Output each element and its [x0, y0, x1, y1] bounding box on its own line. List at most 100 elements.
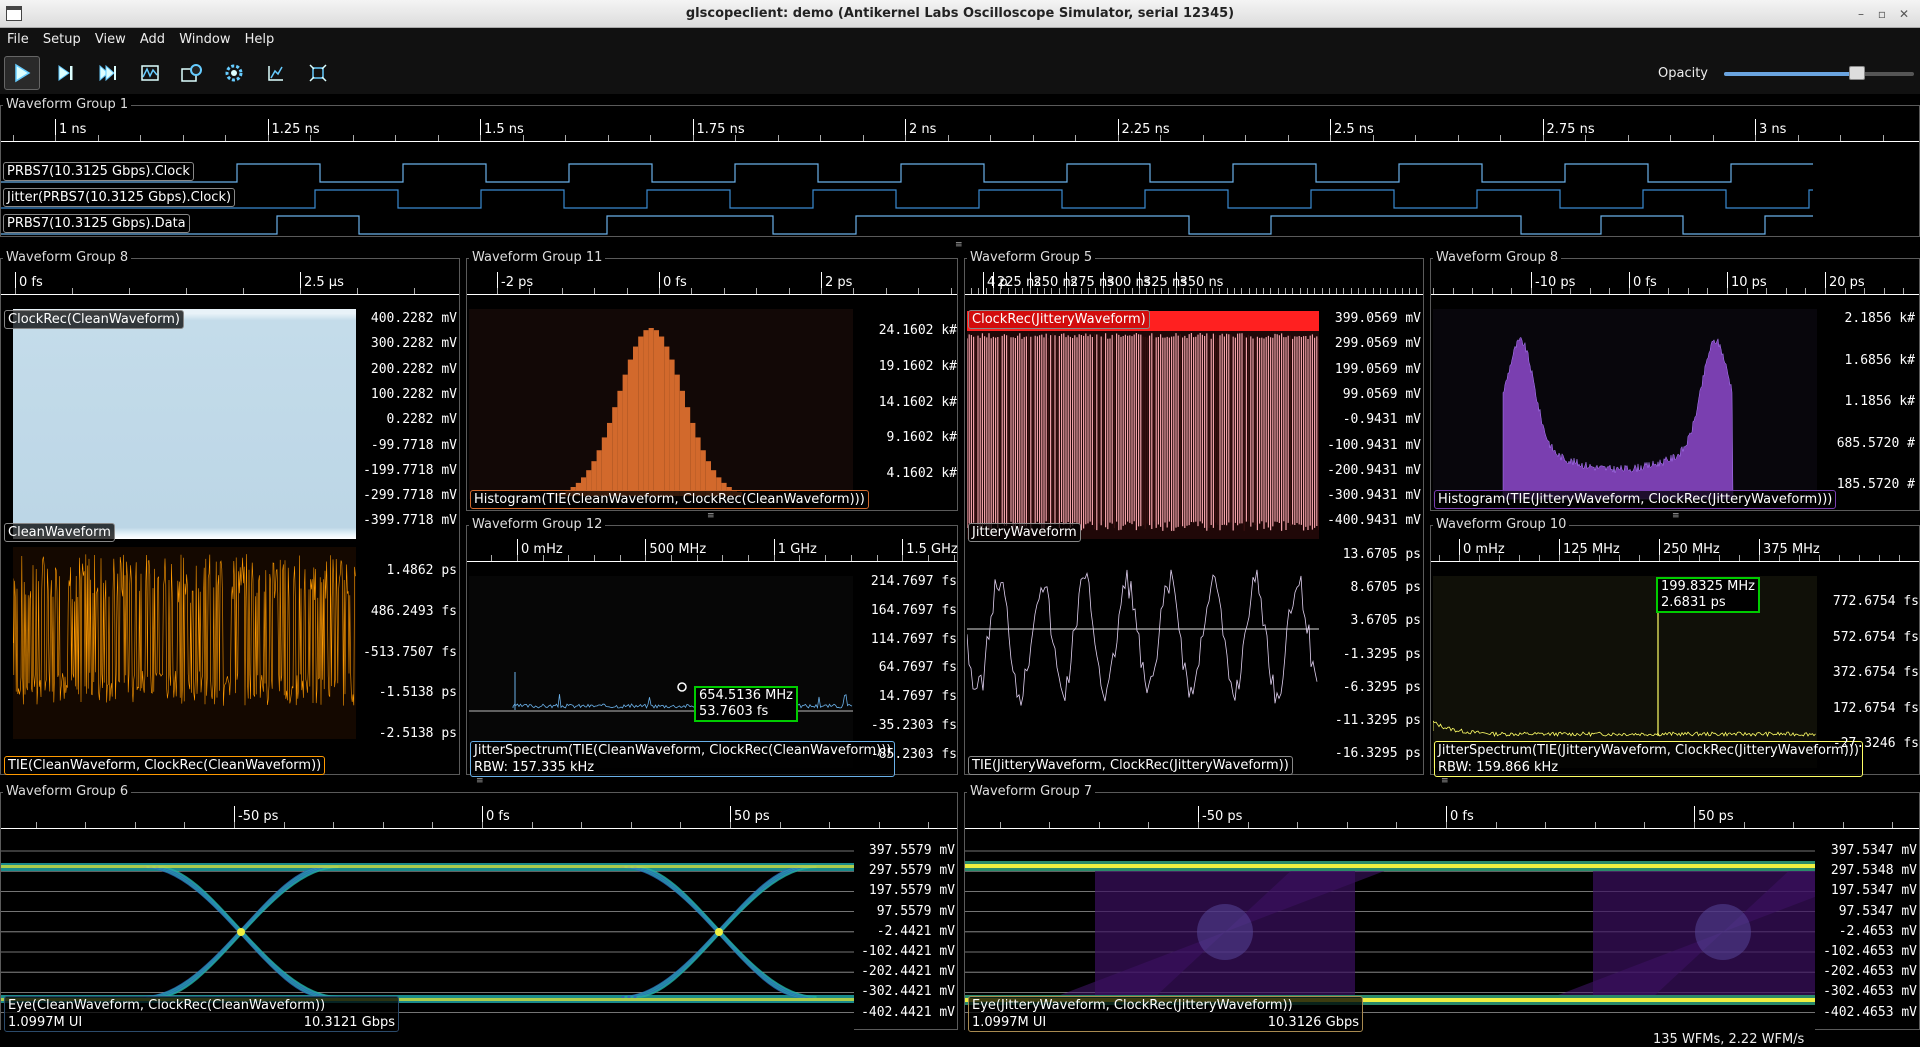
channel-label-clock[interactable]: PRBS7(10.3125 Gbps).Clock	[3, 162, 194, 181]
y-axis-label: 399.0569 mV	[1334, 311, 1421, 326]
minor-tick	[395, 135, 396, 141]
timeline[interactable]: 0 fs 2.5 μs	[1, 259, 459, 295]
timeline[interactable]: 1 ns 1.25 ns 1.5 ns 1.75 ns 2 ns 2.25 ns 2.5 n…	[1, 106, 1919, 142]
zoom-fit-button[interactable]	[258, 56, 294, 90]
close-icon[interactable]: ✕	[1895, 5, 1913, 23]
channel-label-clockrec-clean[interactable]: ClockRec(CleanWaveform)	[4, 310, 184, 329]
minor-tick	[186, 288, 187, 294]
minor-tick	[777, 135, 779, 141]
tick-label: 125 MHz	[1563, 542, 1620, 557]
force-trigger-button[interactable]	[90, 56, 126, 90]
tick-label: 1.5 ns	[484, 122, 524, 137]
minor-tick	[1699, 555, 1700, 561]
splitter-handle[interactable]: ≡	[955, 241, 963, 250]
waveform-group-10: Waveform Group 10 0 mHz 125 MHz 250 MHz 375…	[1430, 517, 1920, 777]
timeline[interactable]: 0 mHz 125 MHz 250 MHz 375 MHz	[1431, 526, 1919, 562]
spectrum-marker[interactable]: 654.5136 MHz 53.7603 fs	[694, 686, 798, 722]
spectrum-marker[interactable]: 199.8325 MHz 2.6831 ps	[1656, 577, 1760, 613]
toolbar: Opacity	[0, 52, 1920, 94]
timeline[interactable]: 225 ns 250 ns 275 ns 300 ns 325 ns 350 ns	[965, 259, 1423, 295]
channel-label-eye-clean[interactable]: Eye(CleanWaveform, ClockRec(CleanWavefor…	[4, 996, 399, 1032]
minor-tick	[97, 135, 99, 141]
clean-waveform-plot	[13, 309, 356, 539]
timeline[interactable]: -50 ps 0 fs 50 ps	[1, 793, 957, 829]
minor-tick	[432, 822, 434, 828]
minor-tick	[1459, 555, 1460, 561]
channel-label-jitterywaveform[interactable]: JitteryWaveform	[968, 523, 1081, 542]
tick-label: 10 ps	[1731, 275, 1767, 290]
timeline[interactable]: -2 ps 0 fs 2 ps 4 p	[467, 259, 1008, 295]
channel-label-eye-jittery[interactable]: Eye(JitteryWaveform, ClockRec(JitteryWav…	[968, 996, 1363, 1032]
settings-button[interactable]	[216, 56, 252, 90]
marker-point[interactable]	[677, 682, 687, 692]
minor-tick	[1550, 288, 1552, 294]
tick-label: 3 ns	[1759, 122, 1787, 137]
minor-tick	[1198, 822, 1199, 828]
clock-trace	[1, 163, 1813, 183]
histogram-bar	[601, 437, 607, 496]
histogram-bar	[679, 390, 685, 496]
y-axis-label: -0.9431 mV	[1342, 412, 1421, 428]
channel-label-histogram-clean[interactable]: Histogram(TIE(CleanWaveform, ClockRec(Cl…	[470, 490, 869, 509]
menu-view[interactable]: View	[90, 28, 131, 47]
fullscreen-button[interactable]	[300, 56, 336, 90]
waveform-group-1: Waveform Group 1 1 ns 1.25 ns 1.5 ns 1.75 n…	[0, 97, 1920, 237]
menu-setup[interactable]: Setup	[38, 28, 86, 47]
minor-tick	[1585, 135, 1586, 141]
y-axis-label: 685.5720 #	[1836, 435, 1915, 451]
start-button[interactable]	[4, 56, 40, 90]
timeline[interactable]: -10 ps 0 fs 10 ps 20 ps	[1431, 259, 1919, 295]
minor-tick	[1531, 288, 1532, 294]
y-axis-label: 4.1602 k#	[886, 466, 957, 482]
channel-label-spectrum-clean[interactable]: JitterSpectrum(TIE(CleanWaveform, ClockR…	[470, 741, 896, 777]
channel-label-histogram-jittery[interactable]: Histogram(TIE(JitteryWaveform, ClockRec(…	[1434, 490, 1837, 509]
minor-tick	[1175, 288, 1177, 294]
channel-label-cleanwaveform[interactable]: CleanWaveform	[4, 523, 115, 542]
minor-tick	[876, 555, 878, 561]
minor-tick	[1394, 288, 1396, 294]
minor-tick	[1883, 288, 1885, 294]
splitter-handle[interactable]: ≡	[1441, 777, 1449, 786]
single-trigger-button[interactable]	[48, 56, 84, 90]
data-trace	[1, 215, 1813, 235]
minor-tick	[885, 288, 887, 294]
menu-add[interactable]: Add	[135, 28, 170, 47]
eye-rail-core	[965, 864, 1815, 868]
minor-tick	[1204, 288, 1206, 294]
channel-label-spectrum-jittery[interactable]: JitterSpectrum(TIE(JitteryWaveform, Cloc…	[1434, 741, 1863, 777]
channel-label-tie-clean[interactable]: TIE(CleanWaveform, ClockRec(CleanWavefor…	[4, 756, 326, 775]
menu-file[interactable]: File	[0, 28, 34, 47]
histogram-bar	[653, 330, 659, 496]
channel-label-data[interactable]: PRBS7(10.3125 Gbps).Data	[3, 214, 190, 233]
maximize-icon[interactable]: ▫	[1873, 5, 1891, 23]
timeline[interactable]: 0 mHz 500 MHz 1 GHz 1.5 GHz	[467, 526, 958, 562]
minor-tick	[696, 555, 698, 561]
y-axis-label: -402.4421 mV	[861, 1004, 955, 1020]
minor-tick	[825, 555, 827, 561]
opacity-slider-thumb[interactable]	[1849, 66, 1865, 80]
channel-label-clockrec-jittery[interactable]: ClockRec(JitteryWaveform)	[968, 310, 1150, 329]
splitter-handle[interactable]: ≡	[707, 512, 715, 521]
channel-label-tie-jittery[interactable]: TIE(JitteryWaveform, ClockRec(JitteryWav…	[968, 756, 1293, 775]
y-axis-label: 164.7697 fs	[870, 602, 957, 618]
splitter-handle[interactable]: ≡	[1672, 512, 1680, 521]
opacity-slider[interactable]	[1724, 66, 1914, 80]
y-axis-label: -302.4653 mV	[1823, 984, 1917, 1000]
history-button[interactable]	[132, 56, 168, 90]
menu-help[interactable]: Help	[240, 28, 280, 47]
splitter-handle[interactable]: ≡	[476, 777, 484, 786]
y-axis-label: 197.5347 mV	[1830, 883, 1917, 899]
channel-label-jitter-clock[interactable]: Jitter(PRBS7(10.3125 Gbps).Clock)	[3, 188, 236, 207]
minor-tick	[35, 822, 37, 828]
tick-label: 1.5 GHz	[906, 542, 958, 557]
menu-window[interactable]: Window	[174, 28, 235, 47]
y-axis-label: 199.0569 mV	[1334, 361, 1421, 377]
tick-label: 1 GHz	[777, 542, 817, 557]
y-axis-label: -2.5138 ps	[378, 726, 457, 742]
refresh-button[interactable]	[174, 56, 210, 90]
timeline[interactable]: -50 ps 0 fs 50 ps	[965, 793, 1919, 829]
minor-tick	[1058, 288, 1060, 294]
minimize-icon[interactable]: –	[1852, 5, 1870, 23]
waveform-group-7: Waveform Group 7 -50 ps 0 fs 50 ps Eye(Jit…	[964, 784, 1920, 1032]
tick-label: 0 fs	[1633, 275, 1657, 290]
